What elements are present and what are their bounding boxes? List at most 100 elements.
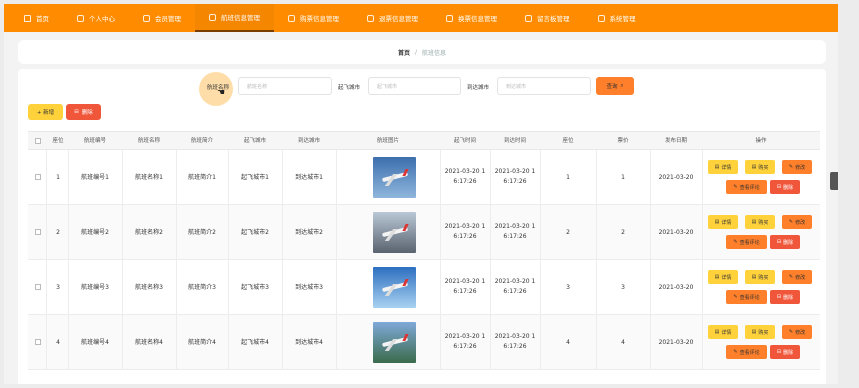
cell-dep-time: 2021-03-20 1 6:17:26	[444, 333, 486, 350]
detail-button[interactable]: ▤ 详情	[708, 325, 738, 339]
table-row[interactable]: 2 航班编号2 航班名称2 航班简介2 起飞城市2 到达城市2 2021-03-20 1 6…	[28, 205, 820, 260]
nav-item-flights[interactable]: 航班信息管理	[195, 4, 274, 32]
departure-input[interactable]: 起飞城市	[368, 77, 461, 95]
nav-label: 留言板管理	[537, 15, 570, 23]
column-divider	[702, 150, 703, 204]
bulk-delete-button[interactable]: ⊟ 删除	[66, 104, 101, 120]
column-header: 航班简介	[190, 138, 213, 144]
cell-price: 1	[621, 174, 625, 181]
bulk-delete-label: 删除	[81, 110, 93, 116]
nav-item-refunds[interactable]: 退票信息管理	[353, 4, 432, 32]
column-divider	[702, 315, 703, 369]
nav-item-messages[interactable]: 留言板管理	[511, 4, 584, 32]
delete-button[interactable]: ⊟ 删除	[770, 180, 800, 194]
cell-intro: 航班简介4	[188, 339, 216, 346]
edit-button[interactable]: ✎ 修改	[782, 325, 812, 339]
table-row[interactable]: 1 航班编号1 航班名称1 航班简介1 起飞城市1 到达城市1 2021-03-20 1 6…	[28, 150, 820, 205]
cell-to: 到达城市1	[295, 174, 323, 181]
document-icon: ▤	[751, 219, 757, 225]
trash-icon: ⊟	[74, 109, 79, 115]
delete-button[interactable]: ⊟ 删除	[770, 290, 800, 304]
query-button[interactable]: 查询 ⌕	[596, 77, 634, 95]
buy-button[interactable]: ▤ 购买	[745, 325, 775, 339]
nav-item-system[interactable]: 系统管理	[584, 4, 650, 32]
delete-label: 删除	[783, 239, 794, 246]
column-divider	[336, 150, 337, 204]
delete-button[interactable]: ⊟ 删除	[770, 235, 800, 249]
nav-item-members[interactable]: 会员管理	[129, 4, 195, 32]
nav-label: 航班信息管理	[221, 14, 260, 22]
exchange-icon	[446, 14, 453, 22]
add-button[interactable]: + 新增	[28, 104, 63, 120]
row-checkbox[interactable]	[35, 174, 41, 180]
row-checkbox[interactable]	[35, 229, 41, 235]
nav-item-profile[interactable]: 个人中心	[63, 4, 129, 32]
edit-button[interactable]: ✎ 修改	[782, 215, 812, 229]
buy-label: 购买	[758, 219, 769, 226]
review-label: 查看评论	[739, 184, 760, 191]
table-row[interactable]: 4 航班编号4 航班名称4 航班简介4 起飞城市4 到达城市4 2021-03-20 1 6…	[28, 315, 820, 370]
document-icon: ▤	[751, 274, 757, 280]
detail-label: 详情	[721, 274, 732, 281]
nav-item-home[interactable]: 首页	[10, 4, 63, 32]
detail-button[interactable]: ▤ 详情	[708, 215, 738, 229]
nav-item-tickets[interactable]: 购票信息管理	[274, 4, 353, 32]
column-divider	[46, 260, 47, 314]
cell-dep-time: 2021-03-20 1 6:17:26	[444, 278, 486, 295]
cell-dep-time: 2021-03-20 1 6:17:26	[444, 168, 486, 185]
select-all-checkbox[interactable]	[35, 138, 41, 144]
cell-arr-time: 2021-03-20 1 6:17:26	[494, 168, 536, 185]
document-icon: ▤	[714, 219, 720, 225]
buy-button[interactable]: ▤ 购买	[745, 160, 775, 174]
column-header: 到达时间	[503, 138, 526, 144]
cell-to: 到达城市2	[295, 229, 323, 236]
side-panel-toggle[interactable]	[830, 172, 838, 190]
nav-label: 购票信息管理	[300, 15, 339, 23]
column-header: 起飞城市	[243, 138, 266, 144]
buy-label: 购买	[758, 164, 769, 171]
cell-seats: 3	[566, 284, 570, 291]
pencil-icon: ✎	[733, 349, 738, 355]
cell-price: 4	[621, 339, 625, 346]
column-header: 航班编号	[83, 138, 106, 144]
row-checkbox[interactable]	[35, 284, 41, 290]
edit-button[interactable]: ✎ 修改	[782, 160, 812, 174]
cell-number: 航班编号2	[81, 229, 109, 236]
buy-button[interactable]: ▤ 购买	[745, 215, 775, 229]
breadcrumb-separator: /	[414, 48, 418, 56]
column-header: 操作	[755, 138, 767, 144]
delete-button[interactable]: ⊟ 删除	[770, 345, 800, 359]
review-button[interactable]: ✎ 查看评论	[726, 180, 767, 194]
arrival-input[interactable]: 到达城市	[497, 77, 591, 95]
breadcrumb-home[interactable]: 首页	[398, 48, 410, 57]
document-icon: ▤	[714, 274, 720, 280]
detail-button[interactable]: ▤ 详情	[708, 160, 738, 174]
cell-price: 3	[621, 284, 625, 291]
edit-button[interactable]: ✎ 修改	[782, 270, 812, 284]
cell-seats: 1	[566, 174, 570, 181]
column-divider	[702, 205, 703, 259]
user-icon	[77, 14, 84, 22]
cell-name: 航班名称4	[135, 339, 163, 346]
buy-button[interactable]: ▤ 购买	[745, 270, 775, 284]
cell-from: 起飞城市4	[241, 339, 269, 346]
flight-image	[373, 322, 416, 363]
delete-label: 删除	[783, 184, 794, 191]
column-divider	[336, 315, 337, 369]
nav-item-exchanges[interactable]: 换票信息管理	[432, 4, 511, 32]
review-button[interactable]: ✎ 查看评论	[726, 235, 767, 249]
cell-number: 航班编号3	[81, 284, 109, 291]
flight-name-input[interactable]: 航班名称	[238, 77, 332, 95]
cell-number: 航班编号4	[81, 339, 109, 346]
review-button[interactable]: ✎ 查看评论	[726, 290, 767, 304]
table-body: 1 航班编号1 航班名称1 航班简介1 起飞城市1 到达城市1 2021-03-20 1 6…	[28, 150, 820, 370]
detail-button[interactable]: ▤ 详情	[708, 270, 738, 284]
delete-label: 删除	[783, 349, 794, 356]
table-row[interactable]: 3 航班编号3 航班名称3 航班简介3 起飞城市3 到达城市3 2021-03-20 1 6…	[28, 260, 820, 315]
nav-label: 换票信息管理	[458, 15, 497, 23]
row-checkbox[interactable]	[35, 339, 41, 345]
pencil-icon: ✎	[733, 239, 738, 245]
review-button[interactable]: ✎ 查看评论	[726, 345, 767, 359]
flights-table: 座位 航班编号 航班名称 航班简介 起飞城市 到达城市 航班图片 起飞时间 到达时间 座位 票价 发布…	[28, 131, 820, 370]
top-navigation: 首页 个人中心 会员管理 航班信息管理 购票信息管理 退票信息管理 换票信息管理…	[4, 4, 838, 32]
